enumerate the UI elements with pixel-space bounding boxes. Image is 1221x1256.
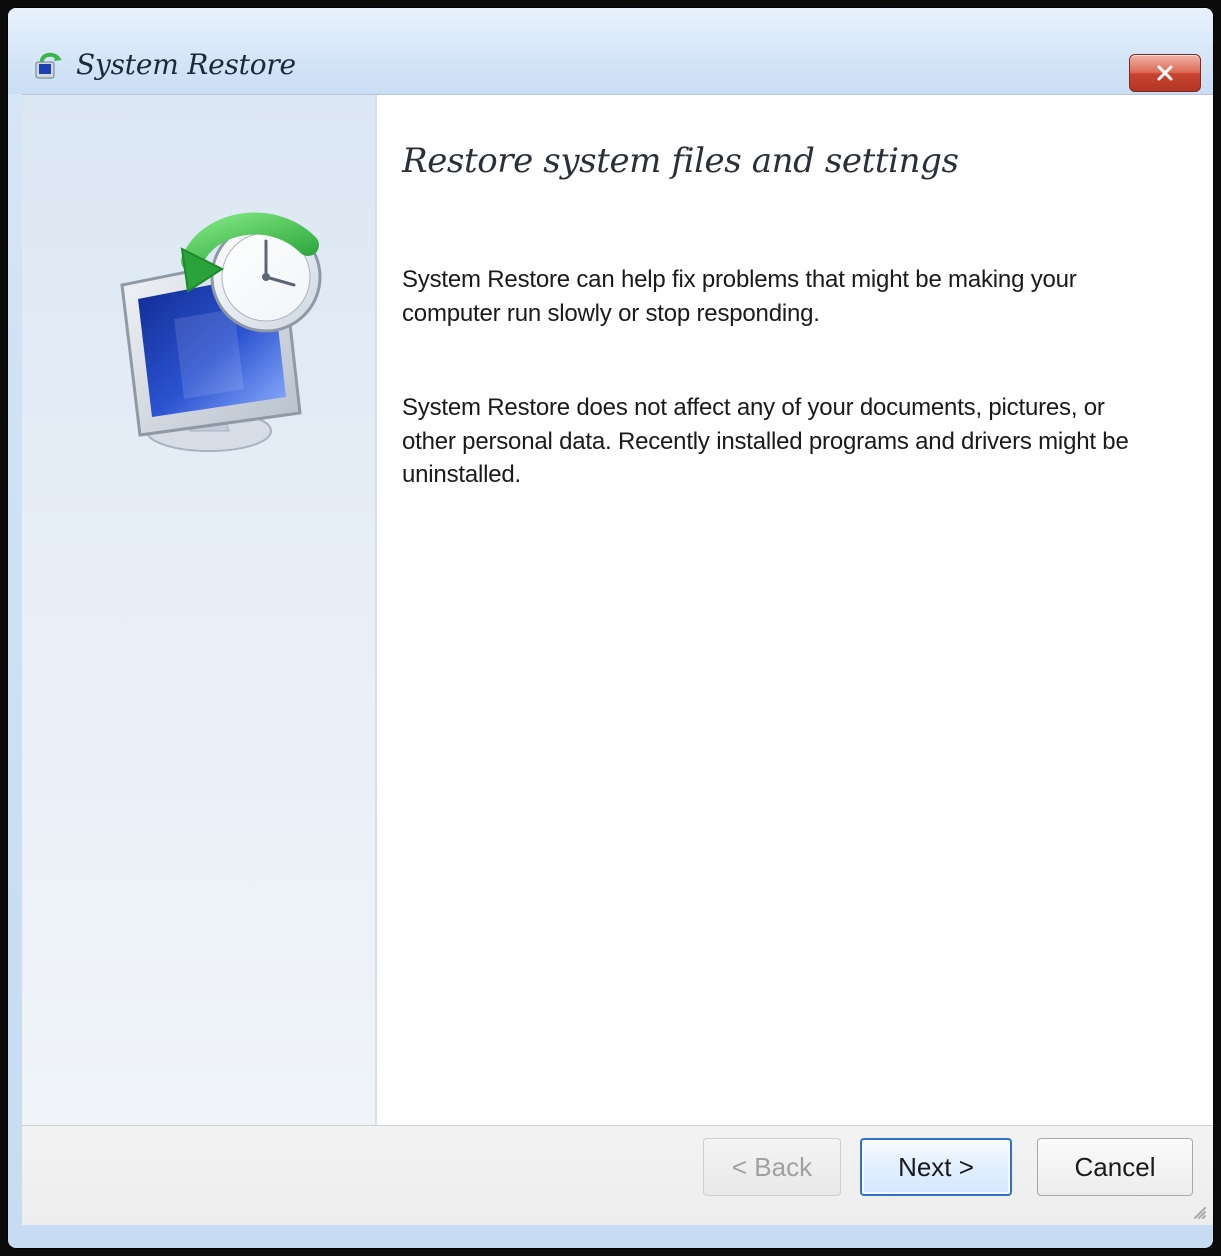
left-pane <box>22 95 377 1125</box>
wizard-footer <box>22 1125 1213 1225</box>
close-button[interactable] <box>1129 54 1201 92</box>
page-heading: Restore system files and settings <box>402 141 959 181</box>
cancel-button[interactable]: Cancel <box>1037 1138 1193 1196</box>
wizard-content: Restore system files and settings System… <box>22 94 1213 1225</box>
system-restore-icon <box>32 48 66 82</box>
resize-grip[interactable] <box>1189 1202 1207 1220</box>
description-paragraph-1: System Restore can help fix problems tha… <box>402 266 1077 327</box>
description-paragraph-2: System Restore does not affect any of yo… <box>402 394 1129 489</box>
back-button[interactable]: < Back <box>703 1138 841 1196</box>
title-bar[interactable]: System Restore <box>8 8 1213 94</box>
system-restore-illustration <box>104 199 344 469</box>
next-button[interactable]: Next > <box>860 1138 1012 1196</box>
window-title: System Restore <box>76 48 296 81</box>
system-restore-window: System Restore Restore system files and … <box>8 8 1213 1248</box>
right-pane: Restore system files and settings System… <box>378 95 1213 1125</box>
close-icon <box>1157 65 1173 81</box>
